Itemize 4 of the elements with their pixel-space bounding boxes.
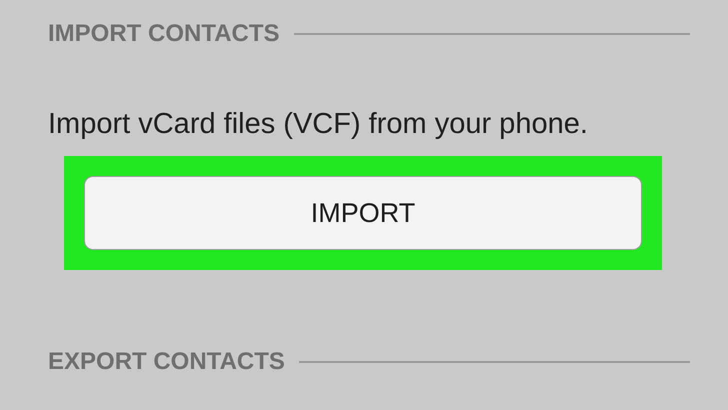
- section-description: Import vCard files (VCF) from your phone.: [48, 107, 589, 142]
- section-heading: IMPORT CONTACTS: [48, 20, 280, 48]
- import-button[interactable]: IMPORT: [84, 176, 642, 250]
- section-heading: EXPORT CONTACTS: [48, 348, 285, 376]
